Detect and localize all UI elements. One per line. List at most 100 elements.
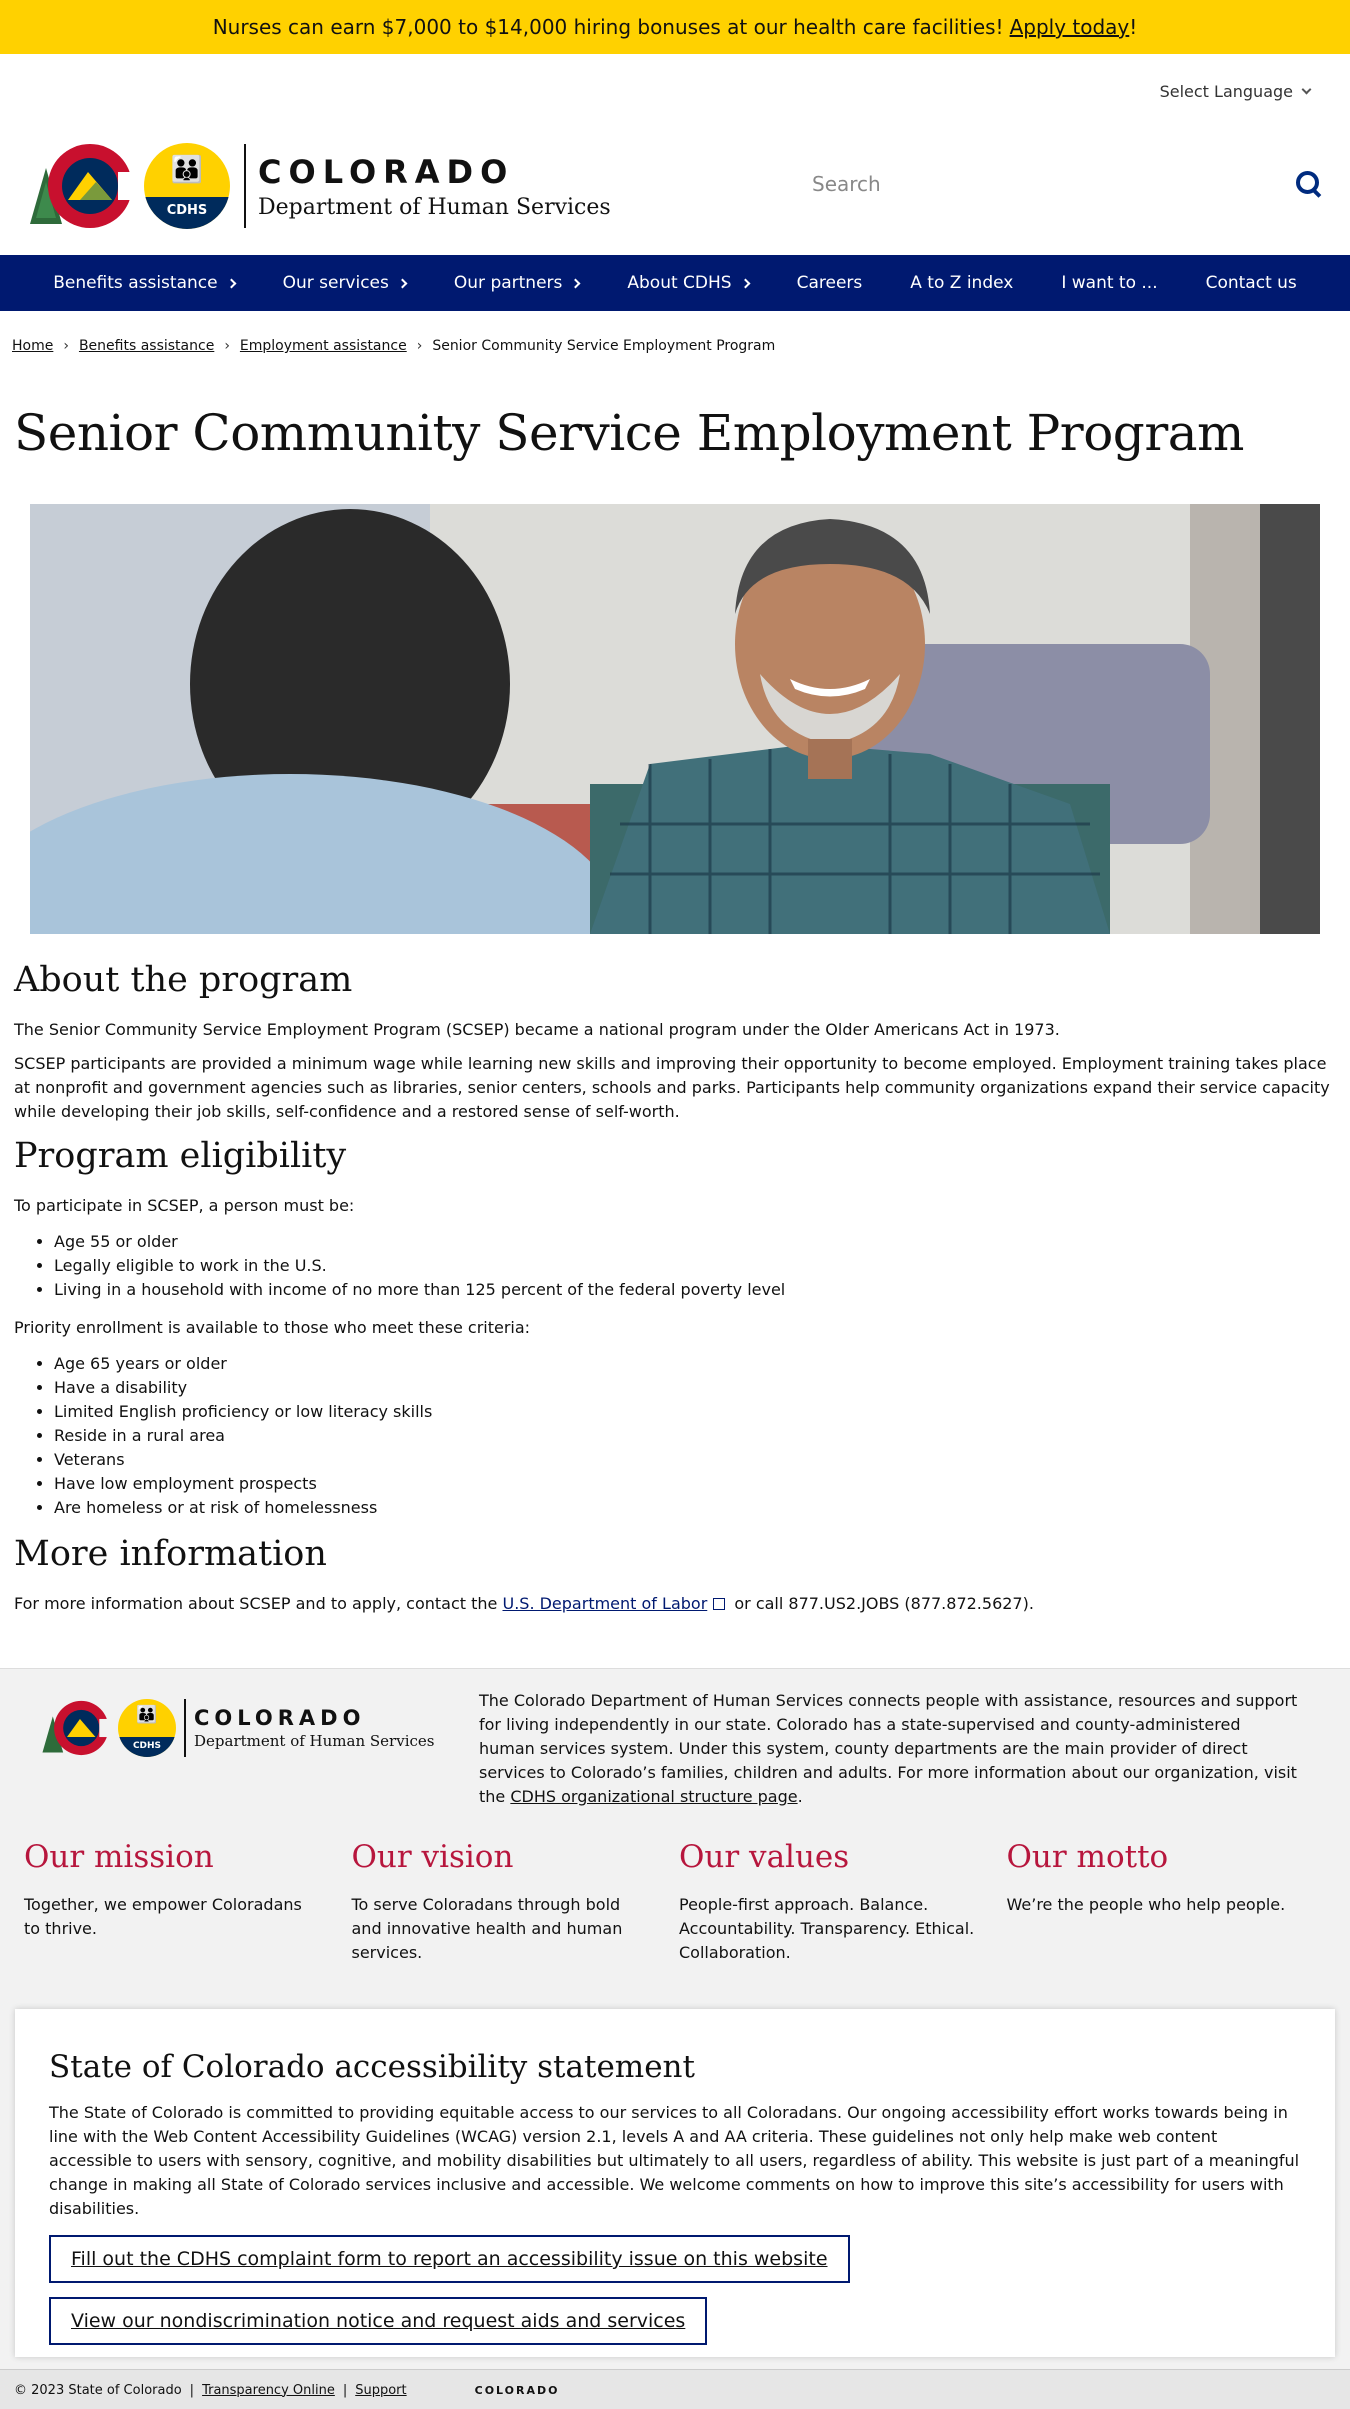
about-paragraph-1: The Senior Community Service Employment …	[14, 1020, 1060, 1039]
pillar-text: We’re the people who help people.	[1006, 1895, 1286, 1914]
list-item: Have a disability	[54, 1376, 1334, 1400]
accessibility-button-row: Fill out the CDHS complaint form to repo…	[49, 2235, 1301, 2297]
cdhs-badge: 👪 CDHS	[144, 143, 230, 229]
hero-image	[30, 504, 1320, 934]
dept-of-labor-link[interactable]: U.S. Department of Labor	[502, 1594, 707, 1613]
list-item: Age 65 years or older	[54, 1352, 1334, 1376]
pillar-title: Our mission	[24, 1839, 214, 1875]
nav-item-label: Careers	[796, 273, 863, 293]
nav-item-a-to-z-index[interactable]: A to Z index	[886, 273, 1037, 293]
nav-item-label: About CDHS	[627, 273, 732, 293]
site-logo[interactable]: 👪 CDHS COLORADO Department of Human Serv…	[28, 138, 611, 234]
colorado-c-logo-icon	[42, 1700, 115, 1756]
pillar-values: Our values People-first approach. Balanc…	[679, 1839, 1007, 1965]
org-structure-link[interactable]: CDHS organizational structure page	[510, 1787, 797, 1806]
cdhs-badge: 👪 CDHS	[118, 1699, 176, 1757]
logo-divider	[244, 144, 246, 228]
accessibility-statement-card: State of Colorado accessibility statemen…	[15, 2009, 1335, 2357]
nav-item-about-cdhs[interactable]: About CDHS	[603, 273, 772, 293]
family-icon: 👪	[136, 1705, 158, 1725]
list-item: Legally eligible to work in the U.S.	[54, 1254, 1334, 1278]
alert-text: Nurses can earn $7,000 to $14,000 hiring…	[212, 15, 1004, 39]
accessibility-heading: State of Colorado accessibility statemen…	[49, 2049, 695, 2085]
footer-about-end: .	[797, 1787, 803, 1806]
list-item: Reside in a rural area	[54, 1424, 1334, 1448]
footer-colorado-mark: COLORADO	[474, 2383, 560, 2397]
list-item: Age 55 or older	[54, 1230, 1334, 1254]
nav-item-label: Our services	[282, 273, 389, 293]
accessibility-button-row: View our nondiscrimination notice and re…	[49, 2297, 1301, 2359]
chevron-down-icon	[1301, 84, 1312, 95]
list-item: Are homeless or at risk of homelessness	[54, 1496, 1334, 1520]
breadcrumb-benefits-assistance[interactable]: Benefits assistance	[79, 338, 214, 354]
main-content: About the program The Senior Community S…	[14, 960, 1334, 1626]
logo-text: COLORADO Department of Human Services	[194, 1706, 434, 1750]
list-item: Living in a household with income of no …	[54, 1278, 1334, 1302]
breadcrumb-separator: ›	[224, 338, 230, 354]
eligibility-intro: To participate in SCSEP, a person must b…	[14, 1196, 355, 1215]
pillar-title: Our motto	[1006, 1839, 1169, 1875]
nav-item-i-want-to[interactable]: I want to ...	[1037, 273, 1181, 293]
list-item: Limited English proficiency or low liter…	[54, 1400, 1334, 1424]
logo-department: Department of Human Services	[194, 1732, 435, 1750]
nav-item-our-partners[interactable]: Our partners	[430, 273, 604, 293]
breadcrumb-employment-assistance[interactable]: Employment assistance	[240, 338, 407, 354]
logo-department: Department of Human Services	[258, 194, 611, 220]
nav-item-label: Our partners	[453, 273, 563, 293]
nav-item-careers[interactable]: Careers	[773, 273, 887, 293]
main-navigation: Benefits assistance Our services Our par…	[0, 255, 1350, 311]
chevron-right-icon	[397, 278, 408, 288]
list-item: Have low employment prospects	[54, 1472, 1334, 1496]
legal-divider: |	[189, 2382, 195, 2398]
accessibility-text: The State of Colorado is committed to pr…	[49, 2103, 1300, 2218]
breadcrumb-separator: ›	[63, 338, 69, 354]
language-selector[interactable]: Select Language	[1159, 82, 1312, 101]
nav-item-contact-us[interactable]: Contact us	[1182, 273, 1321, 293]
priority-criteria-list: Age 65 years or older Have a disability …	[54, 1352, 1334, 1520]
nav-item-label: Contact us	[1205, 273, 1297, 293]
more-info-paragraph: For more information about SCSEP and to …	[14, 1592, 1334, 1616]
external-link-icon	[713, 1598, 726, 1610]
legal-divider: |	[342, 2382, 348, 2398]
language-label: Select Language	[1159, 82, 1293, 101]
apply-today-link[interactable]: Apply today	[1010, 15, 1130, 39]
breadcrumb: Home › Benefits assistance › Employment …	[12, 338, 775, 354]
nav-item-our-services[interactable]: Our services	[259, 273, 430, 293]
page-title: Senior Community Service Employment Prog…	[14, 404, 1244, 462]
alert-banner: Nurses can earn $7,000 to $14,000 hiring…	[0, 0, 1350, 54]
logo-text: COLORADO Department of Human Services	[258, 153, 611, 220]
logo-state: COLORADO	[258, 152, 515, 191]
list-item: Veterans	[54, 1448, 1334, 1472]
breadcrumb-current: Senior Community Service Employment Prog…	[432, 338, 776, 354]
pillar-text: To serve Coloradans through bold and inn…	[351, 1895, 623, 1962]
complaint-form-button[interactable]: Fill out the CDHS complaint form to repo…	[49, 2235, 850, 2283]
search-input[interactable]	[812, 172, 1212, 196]
footer-logo[interactable]: 👪 CDHS COLORADO Department of Human Serv…	[40, 1697, 434, 1759]
about-paragraph-2: SCSEP participants are provided a minimu…	[14, 1054, 1330, 1121]
nav-item-benefits-assistance[interactable]: Benefits assistance	[29, 273, 258, 293]
breadcrumb-home[interactable]: Home	[12, 338, 53, 354]
pillar-motto: Our motto We’re the people who help peop…	[1007, 1839, 1335, 1965]
transparency-online-link[interactable]: Transparency Online	[202, 2383, 335, 2398]
pillar-text: People-first approach. Balance. Accounta…	[679, 1895, 975, 1962]
eligibility-heading: Program eligibility	[14, 1136, 347, 1176]
alert-suffix: !	[1129, 15, 1138, 39]
eligibility-requirements-list: Age 55 or older Legally eligible to work…	[54, 1230, 1334, 1302]
pillar-text: Together, we empower Coloradans to thriv…	[24, 1895, 302, 1938]
chevron-right-icon	[740, 278, 751, 288]
cdhs-badge-label: CDHS	[118, 1737, 176, 1757]
search-icon[interactable]	[1296, 171, 1322, 197]
priority-intro: Priority enrollment is available to thos…	[14, 1318, 531, 1337]
footer-pillars: Our mission Together, we empower Colorad…	[24, 1839, 1334, 1965]
family-icon: 👪	[170, 155, 204, 185]
more-info-text-after: or call 877.US2.JOBS (877.872.5627).	[734, 1594, 1034, 1613]
logo-state: COLORADO	[194, 1706, 366, 1730]
chevron-right-icon	[570, 278, 581, 288]
nav-item-label: Benefits assistance	[53, 273, 218, 293]
support-link[interactable]: Support	[355, 2383, 406, 2398]
more-info-heading: More information	[14, 1534, 327, 1574]
more-info-text-before: For more information about SCSEP and to …	[14, 1594, 498, 1613]
about-heading: About the program	[14, 960, 353, 1000]
nondiscrimination-notice-button[interactable]: View our nondiscrimination notice and re…	[49, 2297, 708, 2345]
cdhs-badge-label: CDHS	[144, 197, 230, 229]
